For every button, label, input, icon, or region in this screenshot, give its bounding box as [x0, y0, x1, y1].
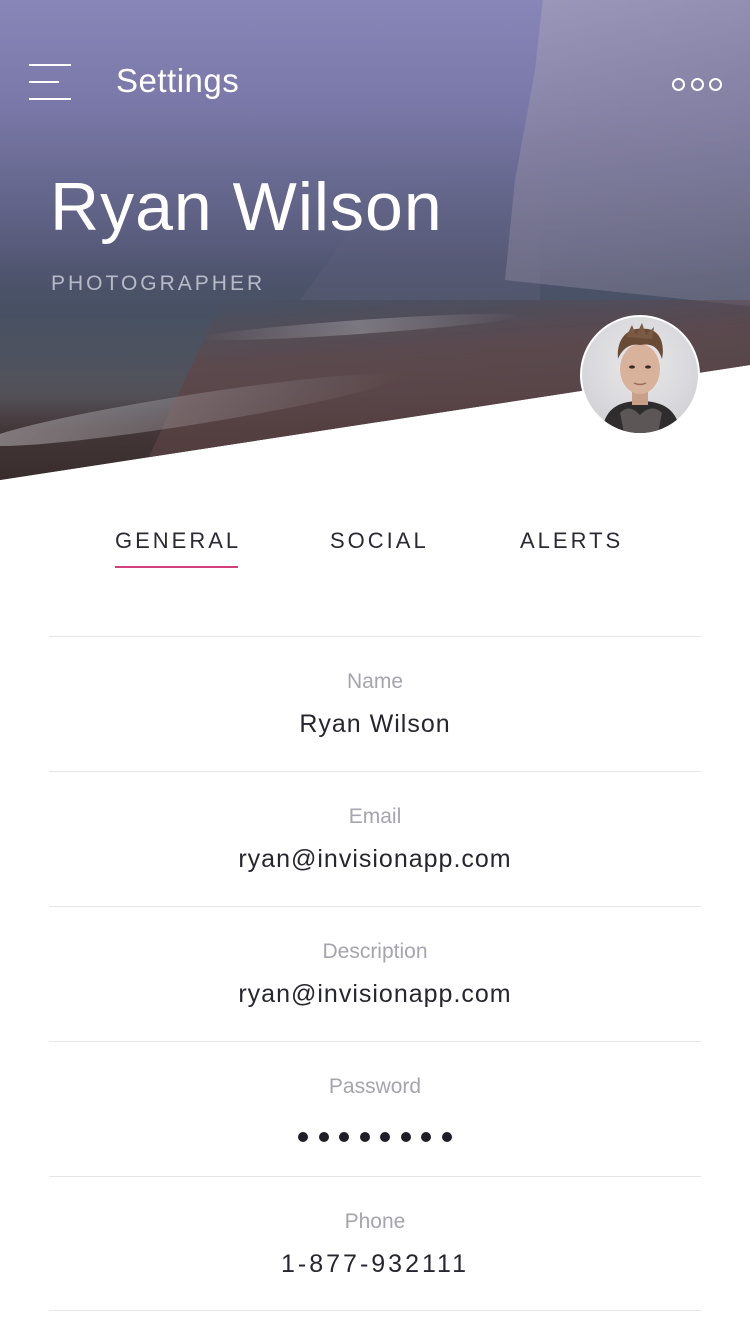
- avatar-photo: [582, 317, 698, 433]
- email-field[interactable]: Email ryan@invisionapp.com: [49, 771, 701, 906]
- menu-line: [29, 98, 71, 100]
- name-value[interactable]: Ryan Wilson: [49, 710, 701, 739]
- profile-name: Ryan Wilson: [50, 169, 443, 245]
- tab-general[interactable]: GENERAL: [115, 528, 241, 568]
- page-title: Settings: [116, 62, 240, 99]
- tab-bar: GENERAL SOCIAL ALERTS: [0, 528, 750, 578]
- field-label: Phone: [344, 1210, 406, 1233]
- field-label: Email: [348, 805, 402, 828]
- email-value[interactable]: ryan@invisionapp.com: [49, 845, 701, 874]
- hamburger-menu-icon[interactable]: [29, 64, 71, 102]
- menu-line: [29, 81, 59, 83]
- phone-field[interactable]: Phone 1-877-932111: [49, 1176, 701, 1311]
- tab-social[interactable]: SOCIAL: [330, 528, 429, 568]
- field-label: Password: [328, 1075, 422, 1098]
- description-field[interactable]: Description ryan@invisionapp.com: [49, 906, 701, 1041]
- name-field[interactable]: Name Ryan Wilson: [49, 636, 701, 771]
- settings-form: Name Ryan Wilson Email ryan@invisionapp.…: [49, 636, 701, 1311]
- more-dots-icon[interactable]: [672, 76, 722, 92]
- password-mask-dot: [380, 1132, 391, 1142]
- dot: [672, 77, 685, 91]
- password-mask-dot: [298, 1132, 309, 1142]
- profile-role: PHOTOGRAPHER: [51, 272, 266, 295]
- password-mask-dot: [400, 1132, 411, 1142]
- dot: [690, 77, 704, 91]
- avatar[interactable]: [580, 315, 700, 435]
- avatar-portrait-icon: [602, 323, 680, 433]
- password-mask-dot: [441, 1132, 452, 1142]
- password-field[interactable]: Password: [49, 1041, 701, 1176]
- password-mask-dot: [318, 1132, 329, 1142]
- description-value[interactable]: ryan@invisionapp.com: [49, 980, 701, 1009]
- field-label: Description: [322, 940, 428, 963]
- dot: [709, 77, 722, 91]
- password-value[interactable]: [49, 1132, 701, 1142]
- field-label: Name: [346, 670, 404, 693]
- phone-value[interactable]: 1-877-932111: [49, 1250, 701, 1279]
- password-mask-dot: [339, 1132, 350, 1142]
- password-mask-dot: [421, 1132, 432, 1142]
- password-mask-dot: [359, 1132, 370, 1142]
- cliff: [505, 0, 750, 310]
- tab-alerts[interactable]: ALERTS: [520, 528, 623, 568]
- menu-line: [29, 64, 71, 66]
